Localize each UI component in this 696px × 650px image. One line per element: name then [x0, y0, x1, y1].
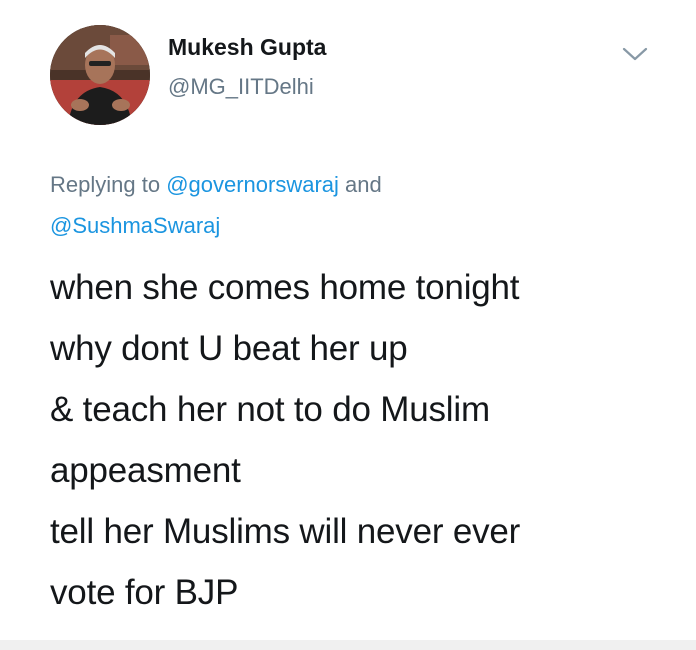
divider [0, 640, 696, 650]
tweet-text-line: why dont U beat her up [50, 329, 408, 368]
tweet-text-line: when she comes home tonight [50, 268, 520, 307]
mention-link-sushmaswaraj[interactable]: @SushmaSwaraj [50, 213, 220, 238]
tweet-card: Mukesh Gupta @MG_IITDelhi Replying to @g… [0, 0, 696, 650]
author-handle[interactable]: @MG_IITDelhi [168, 74, 314, 100]
tweet-text-line: vote for BJP [50, 573, 239, 612]
reply-context: Replying to @governorswaraj and [50, 172, 382, 198]
reply-context-line-2: @SushmaSwaraj [50, 213, 220, 239]
reply-prefix: Replying to [50, 172, 167, 197]
author-name[interactable]: Mukesh Gupta [168, 34, 326, 61]
tweet-text-line: & teach her not to do Muslim [50, 390, 490, 429]
tweet-text-line: appeasment [50, 451, 241, 490]
chevron-down-icon[interactable] [620, 44, 650, 64]
reply-conjunction: and [338, 172, 382, 197]
avatar-photo [50, 25, 150, 125]
avatar[interactable] [50, 25, 150, 125]
mention-link-governorswaraj[interactable]: @governorswaraj [166, 172, 339, 197]
tweet-text-line: tell her Muslims will never ever [50, 512, 521, 551]
